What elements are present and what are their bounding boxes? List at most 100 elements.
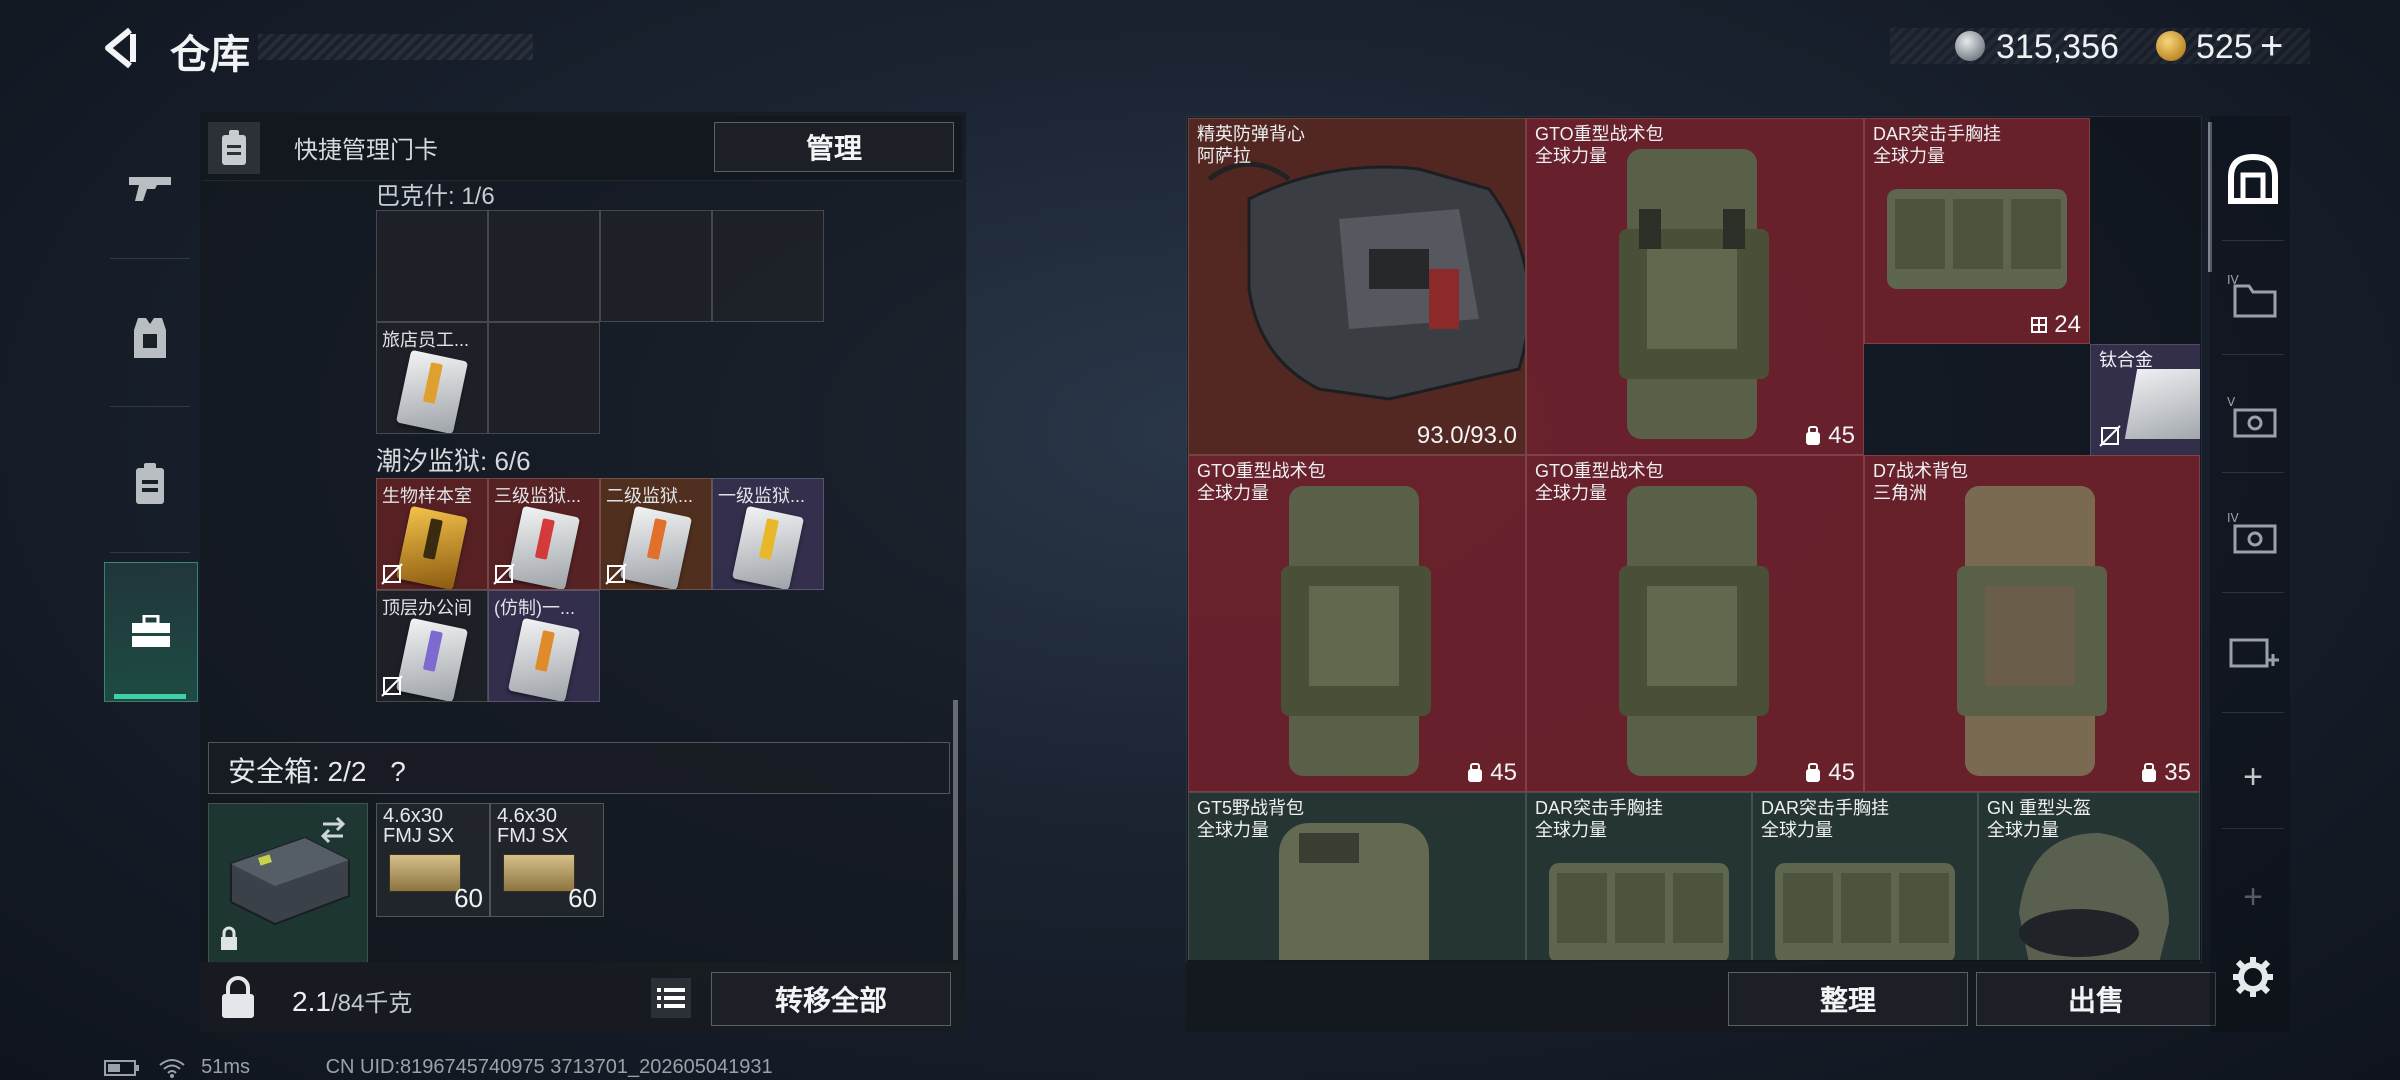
- capacity-icon: [1806, 763, 1821, 782]
- backpack-image: [1957, 486, 2107, 776]
- keycard-slot[interactable]: 生物样本室: [376, 478, 488, 590]
- empty-slot[interactable]: [376, 210, 488, 322]
- keycard-slot[interactable]: 一级监狱...: [712, 478, 824, 590]
- stash-item[interactable]: GTO重型战术包 全球力量 45: [1526, 455, 1864, 792]
- tab-divider: [2222, 712, 2284, 713]
- item-durability: 93.0/93.0: [1416, 422, 1517, 449]
- stash-tab-iv-folder[interactable]: IV: [2220, 262, 2286, 328]
- ammo-quantity: 60: [568, 883, 597, 913]
- ammo-label: 4.6x30 FMJ SX: [497, 805, 569, 847]
- keycard-slot[interactable]: 旅店员工...: [376, 322, 488, 434]
- stash-item[interactable]: GT5野战背包 全球力量: [1188, 792, 1526, 960]
- add-stash-tab-button-disabled[interactable]: +: [2220, 864, 2286, 930]
- tab-divider: [2222, 828, 2284, 829]
- stash-item[interactable]: DAR突击手胸挂 全球力量: [1526, 792, 1752, 960]
- box-iv-icon: IV: [2227, 511, 2277, 554]
- keycard-slot[interactable]: 二级监狱...: [600, 478, 712, 590]
- backpack-image: [1281, 486, 1431, 776]
- backpack-image: [1619, 149, 1769, 439]
- section-tide-prison-title: 潮汐监狱: 6/6: [376, 446, 531, 476]
- stash-tab-main[interactable]: [2220, 146, 2286, 212]
- keycard-image: [395, 505, 469, 589]
- tab-divider: [2222, 472, 2284, 473]
- empty-slot[interactable]: [712, 210, 824, 322]
- gun-icon: [129, 177, 171, 201]
- tab-divider: [2222, 592, 2284, 593]
- stash-tab-medkit[interactable]: [2220, 620, 2286, 686]
- empty-slot[interactable]: [600, 210, 712, 322]
- safe-box-slot[interactable]: [208, 803, 368, 963]
- keycard-label: 旅店员工...: [382, 330, 470, 350]
- warehouse-icon: [2228, 153, 2278, 204]
- add-currency-button[interactable]: +: [2260, 24, 2283, 69]
- ammo-quantity: 60: [454, 883, 483, 913]
- stash-item[interactable]: GTO重型战术包 全球力量 45: [1526, 118, 1864, 455]
- tab-keycard[interactable]: [104, 424, 196, 544]
- stash-item[interactable]: GN 重型头盔 全球力量: [1978, 792, 2200, 960]
- tab-weapons[interactable]: [104, 128, 196, 248]
- item-name: 钛合金: [2099, 350, 2153, 370]
- keycard-slot[interactable]: 三级监狱...: [488, 478, 600, 590]
- armor-vest-image: [1207, 161, 1525, 401]
- wifi-icon: [158, 1058, 185, 1078]
- item-name: GTO重型战术包 全球力量: [1535, 461, 1664, 503]
- stash-grid: 精英防弹背心 阿萨拉 93.0/93.0 GTO重型战术包 全球力量 45 DAR突…: [1188, 118, 2200, 960]
- list-icon: [657, 988, 685, 1008]
- keycard-image: [507, 617, 581, 701]
- keycard-image: [507, 505, 581, 589]
- capacity-icon: [1468, 763, 1483, 782]
- keycard-slot[interactable]: 顶层办公间: [376, 590, 488, 702]
- keycard-label: 顶层办公间: [382, 598, 472, 618]
- keycard-slot[interactable]: (仿制)一...: [488, 590, 600, 702]
- stash-item[interactable]: GTO重型战术包 全球力量 45: [1188, 455, 1526, 792]
- empty-slot[interactable]: [488, 322, 600, 434]
- stash-tab-v-box[interactable]: V: [2220, 384, 2286, 450]
- item-name: GTO重型战术包 全球力量: [1197, 461, 1326, 503]
- active-tab-indicator: [114, 694, 186, 699]
- coin-amount: 315,356: [1996, 28, 2119, 66]
- capacity-icon: [1806, 426, 1821, 445]
- no-insurance-icon: [493, 563, 515, 585]
- manage-button[interactable]: 管理: [714, 122, 954, 172]
- empty-slot[interactable]: [488, 210, 600, 322]
- capacity-icon: [2142, 763, 2157, 782]
- no-insurance-icon: [381, 563, 403, 585]
- keycard-label: (仿制)一...: [494, 598, 575, 618]
- list-view-button[interactable]: [651, 978, 691, 1018]
- transfer-all-button[interactable]: 转移全部: [711, 972, 951, 1026]
- premium-amount: 525: [2196, 28, 2253, 66]
- stash-item[interactable]: 钛合金: [2090, 344, 2200, 456]
- item-capacity: 45: [1466, 759, 1517, 787]
- tab-divider: [2222, 354, 2284, 355]
- item-capacity: 24: [2030, 311, 2081, 339]
- sell-button[interactable]: 出售: [1976, 972, 2216, 1026]
- safe-box-count: 安全箱: 2/2: [228, 756, 367, 787]
- tab-armor[interactable]: [104, 278, 196, 398]
- svg-text:IV: IV: [2227, 511, 2240, 525]
- stash-item[interactable]: D7战术背包 三角洲 35: [1864, 455, 2200, 792]
- sort-button[interactable]: 整理: [1728, 972, 1968, 1026]
- weight-display: 2.1/84千克: [292, 983, 412, 1018]
- stash-item[interactable]: DAR突击手胸挂 全球力量 24: [1864, 118, 2090, 344]
- keycard-header-icon: [208, 122, 260, 174]
- back-arrow-icon[interactable]: [100, 26, 144, 70]
- tab-briefcase[interactable]: [104, 562, 198, 702]
- ammo-slot[interactable]: 4.6x30 FMJ SX 60: [490, 803, 604, 917]
- stash-tab-iv-box[interactable]: IV: [2220, 500, 2286, 566]
- settings-button[interactable]: [2220, 944, 2286, 1010]
- add-stash-tab-button[interactable]: +: [2220, 744, 2286, 810]
- medkit-icon: [2229, 638, 2279, 668]
- grid-capacity-icon: [2031, 317, 2048, 333]
- safe-box-label: 安全箱: 2/2 ?: [228, 750, 406, 790]
- help-icon[interactable]: ?: [390, 756, 406, 787]
- item-name: GT5野战背包 全球力量: [1197, 798, 1305, 840]
- ammo-slot[interactable]: 4.6x30 FMJ SX 60: [376, 803, 490, 917]
- no-insurance-icon: [381, 675, 403, 697]
- stash-item[interactable]: 精英防弹背心 阿萨拉 93.0/93.0: [1188, 118, 1526, 455]
- stash-item[interactable]: DAR突击手胸挂 全球力量: [1752, 792, 1978, 960]
- no-insurance-icon: [2099, 425, 2121, 447]
- coin-icon: [1955, 31, 1985, 61]
- no-insurance-icon: [605, 563, 627, 585]
- quick-manage-label: 快捷管理门卡: [294, 137, 438, 164]
- panel-scrollbar[interactable]: [953, 700, 958, 960]
